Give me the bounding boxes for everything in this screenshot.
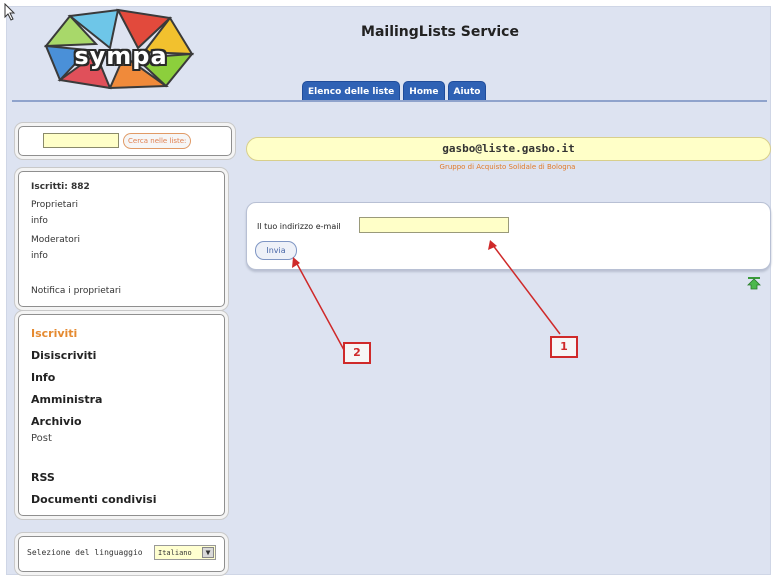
header-divider: [12, 100, 767, 102]
list-search-panel: Cerca nelle liste:: [18, 126, 232, 156]
menu-subscribe[interactable]: Iscriviti: [31, 327, 77, 340]
owners-value[interactable]: info: [31, 216, 48, 226]
mouse-cursor-icon: [4, 3, 16, 21]
tab-help[interactable]: Aiuto: [447, 81, 487, 101]
list-info-panel: Iscritti: 882 Proprietari info Moderator…: [18, 171, 225, 307]
subscribe-form: Il tuo indirizzo e-mail Invia: [246, 202, 771, 270]
back-to-top-icon[interactable]: [747, 276, 761, 290]
menu-info[interactable]: Info: [31, 371, 55, 384]
notify-owners-link[interactable]: Notifica i proprietari: [31, 286, 121, 296]
email-label: Il tuo indirizzo e-mail: [257, 222, 341, 231]
tab-list-index[interactable]: Elenco delle liste: [302, 81, 401, 101]
language-select[interactable]: Italiano ▼: [154, 545, 216, 560]
menu-post[interactable]: Post: [31, 433, 52, 444]
main-tabs: Elenco delle liste Home Aiuto: [302, 81, 487, 101]
menu-shared-documents[interactable]: Documenti condivisi: [31, 493, 156, 506]
language-panel: Selezione del linguaggio Italiano ▼: [18, 536, 225, 572]
service-title: MailingLists Service: [361, 24, 519, 40]
annotation-label-1: 1: [550, 336, 578, 358]
list-subtitle: Gruppo di Acquisto Solidale di Bologna: [439, 163, 576, 171]
moderators-label: Moderatori: [31, 235, 80, 245]
language-selected-value: Italiano: [158, 549, 192, 557]
search-lists-button[interactable]: Cerca nelle liste:: [123, 133, 192, 149]
tab-home[interactable]: Home: [403, 81, 445, 101]
menu-admin[interactable]: Amministra: [31, 393, 102, 406]
owners-label: Proprietari: [31, 200, 78, 210]
list-address-banner: gasbo@liste.gasbo.it: [246, 137, 771, 161]
moderators-value[interactable]: info: [31, 251, 48, 261]
list-search-input[interactable]: [43, 133, 119, 148]
logo-text: sympa: [74, 42, 168, 70]
submit-button[interactable]: Invia: [255, 241, 297, 260]
list-actions-menu: Iscriviti Disiscriviti Info Amministra A…: [18, 314, 225, 516]
email-field[interactable]: [359, 217, 509, 233]
language-label: Selezione del linguaggio: [27, 548, 143, 557]
menu-rss[interactable]: RSS: [31, 471, 55, 484]
menu-unsubscribe[interactable]: Disiscriviti: [31, 349, 96, 362]
list-address: gasbo@liste.gasbo.it: [442, 142, 575, 155]
chevron-down-icon[interactable]: ▼: [202, 547, 214, 558]
menu-archive[interactable]: Archivio: [31, 415, 82, 428]
subscriber-count: Iscritti: 882: [31, 182, 90, 192]
annotation-label-2: 2: [343, 342, 371, 364]
